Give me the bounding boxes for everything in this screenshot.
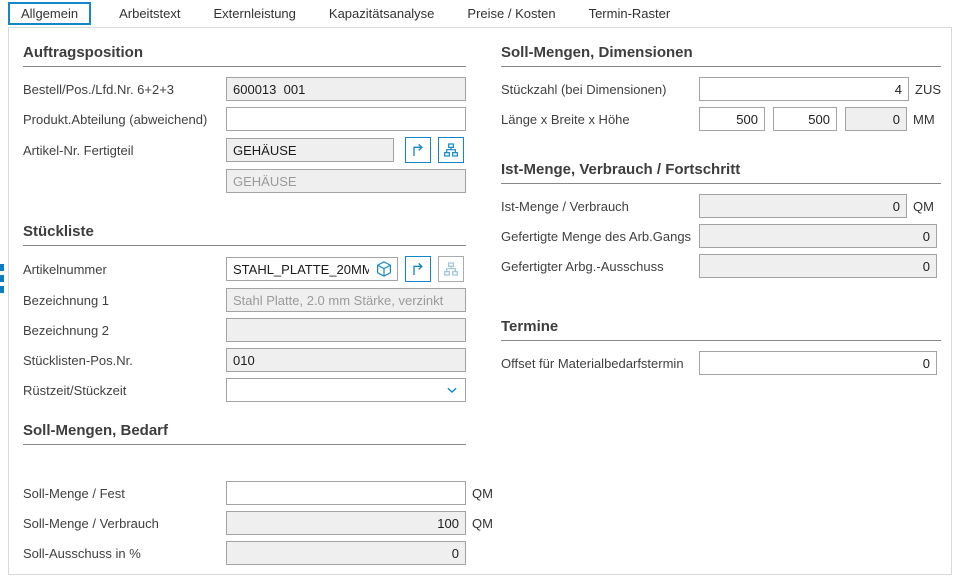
stueckzahl-field[interactable] [699, 77, 909, 101]
bezeichnung1-field [226, 288, 466, 312]
artikelnummer-field[interactable] [227, 259, 375, 279]
section-title-soll-dimensionen: Soll-Mengen, Dimensionen [501, 44, 941, 67]
bestell-field[interactable] [226, 77, 466, 101]
ist-menge-verbrauch-unit: QM [913, 199, 934, 214]
tab-termin-raster[interactable]: Termin-Raster [577, 2, 683, 25]
laenge-field[interactable] [699, 107, 765, 131]
produkt-abteilung-label: Produkt.Abteilung (abweichend) [23, 112, 226, 127]
artikel-nr-fertigteil-label: Artikel-Nr. Fertigteil [23, 143, 226, 158]
bezeichnung1-label: Bezeichnung 1 [23, 293, 226, 308]
stuecklisten-pos-field[interactable] [226, 348, 466, 372]
ist-menge-verbrauch-label: Ist-Menge / Verbrauch [501, 199, 699, 214]
tab-externleistung[interactable]: Externleistung [202, 2, 308, 25]
goto-arrow-icon[interactable] [405, 137, 431, 163]
stueckzahl-unit: ZUS [915, 82, 941, 97]
gefertigte-menge-label: Gefertigte Menge des Arb.Gangs [501, 229, 699, 244]
bezeichnung2-label: Bezeichnung 2 [23, 323, 226, 338]
soll-ausschuss-field[interactable] [226, 541, 466, 565]
section-title-soll-bedarf: Soll-Mengen, Bedarf [23, 422, 466, 445]
soll-menge-fest-field[interactable] [226, 481, 466, 505]
laenge-breite-hoehe-unit: MM [913, 112, 935, 127]
produkt-abteilung-field[interactable] [226, 107, 466, 131]
tab-preise-kosten[interactable]: Preise / Kosten [455, 2, 567, 25]
tab-kapazitaetsanalyse[interactable]: Kapazitätsanalyse [317, 2, 447, 25]
soll-ausschuss-label: Soll-Ausschuss in % [23, 546, 226, 561]
section-title-stueckliste: Stückliste [23, 223, 466, 246]
artikel-bezeichnung-field [226, 169, 466, 193]
tab-bar: Allgemein Arbeitstext Externleistung Kap… [0, 0, 958, 27]
bezeichnung2-field [226, 318, 466, 342]
hoehe-field [845, 107, 907, 131]
ruestzeit-dropdown[interactable] [226, 378, 466, 402]
soll-menge-verbrauch-field[interactable] [226, 511, 466, 535]
hierarchy-icon[interactable] [438, 137, 464, 163]
artikelnummer-combo[interactable] [226, 257, 398, 281]
section-title-termine: Termine [501, 318, 941, 341]
artikelnummer-label: Artikelnummer [23, 262, 226, 277]
article-cube-icon [375, 260, 393, 278]
tab-allgemein[interactable]: Allgemein [8, 2, 91, 25]
gefertigte-menge-field[interactable] [699, 224, 937, 248]
stuecklisten-pos-label: Stücklisten-Pos.Nr. [23, 353, 226, 368]
stueckzahl-label: Stückzahl (bei Dimensionen) [501, 82, 699, 97]
offset-materialbedarfstermin-field[interactable] [699, 351, 937, 375]
ist-menge-verbrauch-field[interactable] [699, 194, 907, 218]
splitter-grip[interactable] [0, 264, 4, 293]
soll-menge-verbrauch-label: Soll-Menge / Verbrauch [23, 516, 226, 531]
laenge-breite-hoehe-label: Länge x Breite x Höhe [501, 112, 699, 127]
bestell-label: Bestell/Pos./Lfd.Nr. 6+2+3 [23, 82, 226, 97]
section-title-ist-menge: Ist-Menge, Verbrauch / Fortschritt [501, 161, 941, 184]
breite-field[interactable] [773, 107, 837, 131]
offset-materialbedarfstermin-label: Offset für Materialbedarfstermin [501, 356, 699, 371]
tab-content-allgemein: Auftragsposition Bestell/Pos./Lfd.Nr. 6+… [8, 27, 952, 575]
gefertigter-ausschuss-field[interactable] [699, 254, 937, 278]
soll-menge-fest-label: Soll-Menge / Fest [23, 486, 226, 501]
hierarchy-icon [438, 256, 464, 282]
section-title-auftragsposition: Auftragsposition [23, 44, 466, 67]
chevron-down-icon [445, 383, 459, 397]
gefertigter-ausschuss-label: Gefertigter Arbg.-Ausschuss [501, 259, 699, 274]
artikel-nr-fertigteil-field[interactable] [226, 138, 394, 162]
ruestzeit-label: Rüstzeit/Stückzeit [23, 383, 226, 398]
tab-arbeitstext[interactable]: Arbeitstext [107, 2, 192, 25]
goto-arrow-icon[interactable] [405, 256, 431, 282]
